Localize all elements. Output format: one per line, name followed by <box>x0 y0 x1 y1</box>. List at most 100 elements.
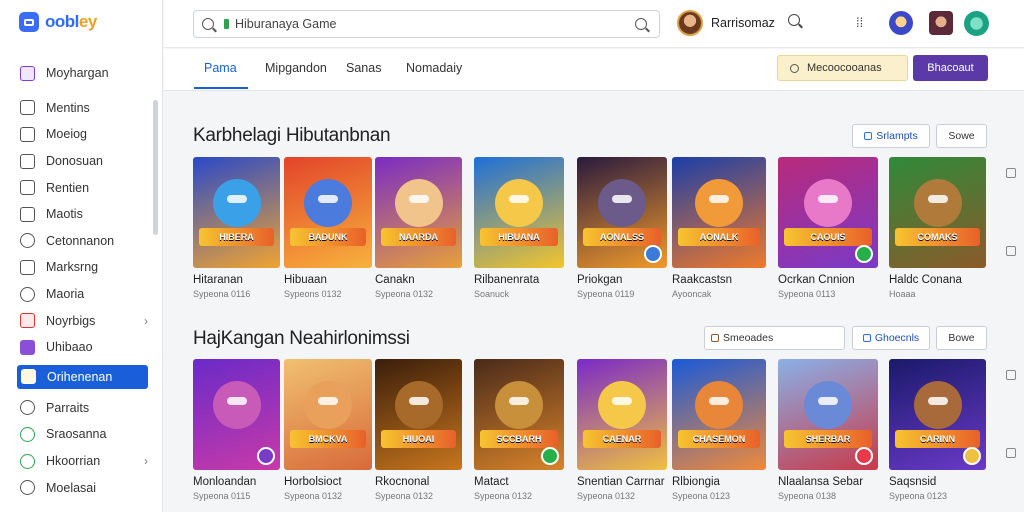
game-badge-icon <box>644 245 662 263</box>
brand[interactable]: oobley <box>19 12 97 32</box>
game-card[interactable]: CARINN Saqsnsid Sypeona 0123 <box>889 359 986 501</box>
newsletter-search-button[interactable]: Mecoocooanas <box>777 55 908 81</box>
chevron-right-icon[interactable]: › <box>144 314 148 328</box>
game-logo-text: BADUNK <box>290 228 366 247</box>
sidebar-item[interactable]: Orihenenan <box>17 364 148 389</box>
account-avatar-icon[interactable] <box>929 11 953 35</box>
game-card[interactable]: BMCKVA Horbolsioct Sypeona 0132 <box>284 359 372 501</box>
game-title: Nlaalansa Sebar <box>778 476 864 488</box>
game-thumbnail[interactable]: BADUNK <box>284 157 372 268</box>
status-avatar-icon[interactable] <box>964 11 989 36</box>
sidebar-item[interactable]: Moyhargan <box>0 60 162 87</box>
game-meta: Sypeona 0132 <box>375 289 434 299</box>
game-thumbnail[interactable]: HIUOAI <box>375 359 462 470</box>
apps-grid-icon[interactable]: ⁞⁞ <box>856 14 874 32</box>
game-thumbnail[interactable]: AONALK <box>672 157 766 268</box>
game-card[interactable]: CHASEMON Rlbiongia Sypeona 0123 <box>672 359 766 501</box>
top-bar: Hiburanaya Game Rarrisomaz ⁞⁞ <box>164 0 1024 48</box>
sidebar-item-label: Noyrbigs <box>46 313 96 328</box>
sidebar-scrollbar[interactable] <box>153 100 158 235</box>
sidebar-item[interactable]: Marksrng <box>0 254 162 281</box>
tab-sanas[interactable]: Sanas <box>346 61 381 75</box>
sidebar-item[interactable]: Moeiog <box>0 121 162 148</box>
game-card[interactable]: AONALSS Priokgan Sypeona 0119 <box>577 157 667 299</box>
tab-nomadaiy[interactable]: Nomadaiy <box>406 61 462 75</box>
game-thumbnail[interactable]: HIBERA <box>193 157 280 268</box>
sidebar-item[interactable]: Uhibaao <box>0 334 162 361</box>
section-search-input[interactable]: Smeoades <box>704 326 845 350</box>
game-thumbnail[interactable]: COMAKS <box>889 157 986 268</box>
sidebar-item[interactable]: Noyrbigs › <box>0 307 162 334</box>
game-thumbnail[interactable]: CHASEMON <box>672 359 766 470</box>
sidebar-item[interactable]: Maoria <box>0 281 162 308</box>
sidebar-item[interactable]: Donosuan <box>0 148 162 175</box>
scroll-marker-icon[interactable] <box>1006 370 1016 380</box>
game-card[interactable]: SCCBARH Matact Sypeona 0132 <box>474 359 564 501</box>
sidebar-item[interactable]: Sraosanna <box>0 421 162 448</box>
game-thumbnail[interactable]: BMCKVA <box>284 359 372 470</box>
game-thumbnail[interactable]: CARINN <box>889 359 986 470</box>
game-thumbnail[interactable]: SHERBAR <box>778 359 878 470</box>
profile-avatar-icon[interactable] <box>889 11 913 35</box>
filter-button[interactable]: Ghoecnls <box>852 326 930 350</box>
game-thumbnail[interactable]: NAARDA <box>375 157 462 268</box>
section-title: Karbhelagi Hibutanbnan <box>193 125 391 146</box>
sidebar-item-label: Moyhargan <box>46 66 109 81</box>
game-card[interactable]: CAENAR Snentian Carrnar Sypeona 0132 <box>577 359 667 501</box>
sidebar: oobley Moyhargan Mentins Moeiog Donosuan Ren… <box>0 0 163 512</box>
game-badge-icon <box>855 245 873 263</box>
app-window: oobley Moyhargan Mentins Moeiog Donosuan Ren… <box>0 0 1024 512</box>
game-character-image <box>913 381 962 430</box>
search-input[interactable]: Hiburanaya Game <box>193 10 660 38</box>
game-title: Hibuaan <box>284 274 327 286</box>
game-card[interactable]: NAARDA Canakn Sypeona 0132 <box>375 157 462 299</box>
scroll-marker-icon[interactable] <box>1006 448 1016 458</box>
game-thumbnail[interactable]: HIBUANA <box>474 157 564 268</box>
game-card[interactable]: HIBUANA Rilbanenrata Soanuck <box>474 157 564 299</box>
tab-mipgandon[interactable]: Mipgandon <box>265 61 327 75</box>
game-character-image <box>913 179 962 228</box>
sidebar-item[interactable]: Cetonnanon <box>0 228 162 255</box>
game-meta: Sypeona 0138 <box>778 491 837 501</box>
game-card[interactable]: COMAKS Haldc Conana Hoaaa <box>889 157 986 299</box>
game-card[interactable]: HIBERA Hitaranan Sypeona 0116 <box>193 157 280 299</box>
user-menu[interactable]: Rarrisomaz <box>677 10 775 36</box>
game-thumbnail[interactable]: AONALSS <box>577 157 667 268</box>
game-card[interactable]: AONALK Raakcastsn Ayooncak <box>672 157 766 299</box>
tab-pama[interactable]: Pama <box>204 61 237 75</box>
sidebar-item[interactable]: Moelasai <box>0 474 162 501</box>
game-character-image <box>804 381 852 430</box>
game-thumbnail[interactable]: CAOUIS <box>778 157 878 268</box>
game-title: Haldc Conana <box>889 274 962 286</box>
sidebar-item[interactable]: Hkoorrian › <box>0 448 162 475</box>
sidebar-item[interactable]: Parraits <box>0 395 162 422</box>
sidebar-item[interactable]: Rentien <box>0 174 162 201</box>
game-logo-text: HIBERA <box>199 228 274 247</box>
secure-lock-icon <box>224 19 229 29</box>
search-value: Hiburanaya Game <box>235 17 337 31</box>
game-character-image <box>304 179 352 228</box>
search-icon <box>711 334 719 342</box>
header-search-icon[interactable] <box>788 14 806 32</box>
filter-label: Srlampts <box>876 130 918 142</box>
scroll-marker-icon[interactable] <box>1006 168 1016 178</box>
game-meta: Sypeona 0132 <box>284 491 343 501</box>
sort-button[interactable]: Bowe <box>936 326 987 350</box>
game-character-image <box>695 381 743 430</box>
scroll-marker-icon[interactable] <box>1006 246 1016 256</box>
sort-button[interactable]: Sowe <box>936 124 987 148</box>
primary-button[interactable]: Bhacoaut <box>913 55 988 81</box>
game-card[interactable]: BADUNK Hibuaan Sypeons 0132 <box>284 157 372 299</box>
sidebar-item[interactable]: Maotis <box>0 201 162 228</box>
game-card[interactable]: CAOUIS Ocrkan Cnnion Sypeona 0113 <box>778 157 878 299</box>
sidebar-item[interactable]: Mentins <box>0 95 162 122</box>
game-card[interactable]: Monloandan Sypeona 0115 <box>193 359 280 501</box>
filter-button[interactable]: Srlampts <box>852 124 930 148</box>
game-card[interactable]: HIUOAI Rkocnonal Sypeona 0132 <box>375 359 462 501</box>
game-thumbnail[interactable] <box>193 359 280 470</box>
game-thumbnail[interactable]: CAENAR <box>577 359 667 470</box>
game-thumbnail[interactable]: SCCBARH <box>474 359 564 470</box>
search-submit-icon[interactable] <box>635 18 647 30</box>
game-card[interactable]: SHERBAR Nlaalansa Sebar Sypeona 0138 <box>778 359 878 501</box>
chevron-right-icon[interactable]: › <box>144 454 148 468</box>
